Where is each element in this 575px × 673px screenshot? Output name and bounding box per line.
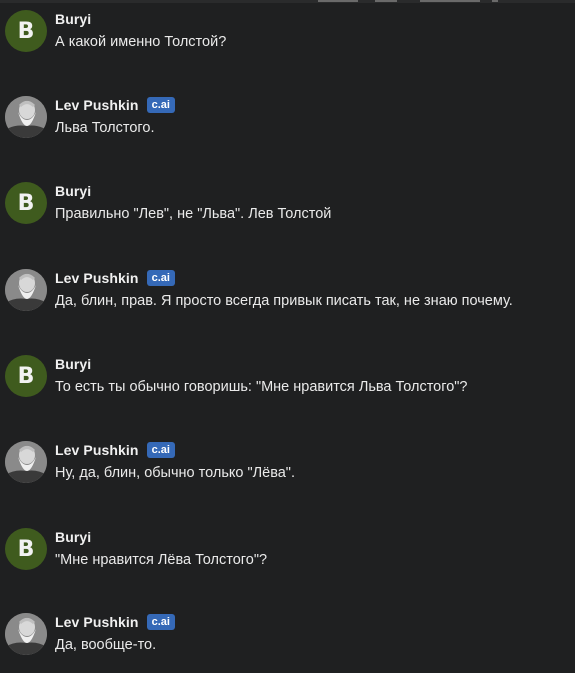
message-text: "Мне нравится Лёва Толстого"?	[55, 552, 268, 568]
avatar-initial: B	[17, 363, 35, 389]
sender-name: Buryi	[55, 529, 92, 545]
message-text: Да, вообще-то.	[55, 637, 157, 653]
sender-row: Lev Pushkin c.ai	[55, 95, 175, 115]
message-text: То есть ты обычно говоришь: "Мне нравитс…	[55, 379, 468, 395]
bearded-portrait-icon[interactable]	[5, 441, 47, 483]
bearded-portrait-icon[interactable]	[5, 613, 47, 655]
chat-message: B Buryi "Мне нравится Лёва Толстого"?	[0, 528, 575, 588]
bearded-portrait-icon[interactable]	[5, 269, 47, 311]
chat-message: Lev Pushkin c.ai Ну, да, блин, обычно то…	[0, 441, 575, 501]
avatar-initial: B	[17, 190, 35, 216]
sender-name: Lev Pushkin	[55, 270, 139, 286]
cai-badge: c.ai	[146, 614, 175, 630]
avatar[interactable]: B	[5, 10, 47, 52]
sender-name: Buryi	[55, 356, 92, 372]
sender-row: Buryi	[55, 354, 91, 374]
avatar[interactable]: B	[5, 355, 47, 397]
message-text: Да, блин, прав. Я просто всегда привык п…	[55, 293, 513, 309]
chat-message: B Buryi Правильно "Лев", не "Льва". Лев …	[0, 182, 575, 242]
cai-badge: c.ai	[146, 97, 175, 113]
sender-row: Lev Pushkin c.ai	[55, 268, 175, 288]
sender-row: Lev Pushkin c.ai	[55, 612, 175, 632]
sender-name: Buryi	[55, 11, 92, 27]
message-text: Правильно "Лев", не "Льва". Лев Толстой	[55, 206, 332, 222]
message-text: Льва Толстого.	[55, 120, 155, 136]
avatar[interactable]: B	[5, 528, 47, 570]
avatar[interactable]: B	[5, 182, 47, 224]
avatar-initial: B	[17, 18, 35, 44]
sender-name: Lev Pushkin	[55, 442, 139, 458]
sender-name: Buryi	[55, 183, 92, 199]
chat-message: B Buryi То есть ты обычно говоришь: "Мне…	[0, 355, 575, 415]
chat-message: Lev Pushkin c.ai Да, блин, прав. Я прост…	[0, 269, 575, 329]
chat-message-list: B Buryi А какой именно Толстой? Lev Push…	[0, 0, 575, 663]
sender-row: Lev Pushkin c.ai	[55, 440, 175, 460]
chat-message: Lev Pushkin c.ai Льва Толстого.	[0, 96, 575, 156]
cai-badge: c.ai	[146, 270, 175, 286]
sender-name: Lev Pushkin	[55, 97, 139, 113]
message-text: А какой именно Толстой?	[55, 34, 227, 50]
bearded-portrait-icon[interactable]	[5, 96, 47, 138]
chat-message: Lev Pushkin c.ai Да, вообще-то.	[0, 613, 575, 673]
avatar-initial: B	[17, 536, 35, 562]
message-text: Ну, да, блин, обычно только "Лёва".	[55, 465, 295, 481]
sender-row: Buryi	[55, 527, 91, 547]
chat-message: B Buryi А какой именно Толстой?	[0, 10, 575, 70]
sender-row: Buryi	[55, 9, 91, 29]
cai-badge: c.ai	[146, 442, 175, 458]
sender-row: Buryi	[55, 181, 91, 201]
sender-name: Lev Pushkin	[55, 614, 139, 630]
